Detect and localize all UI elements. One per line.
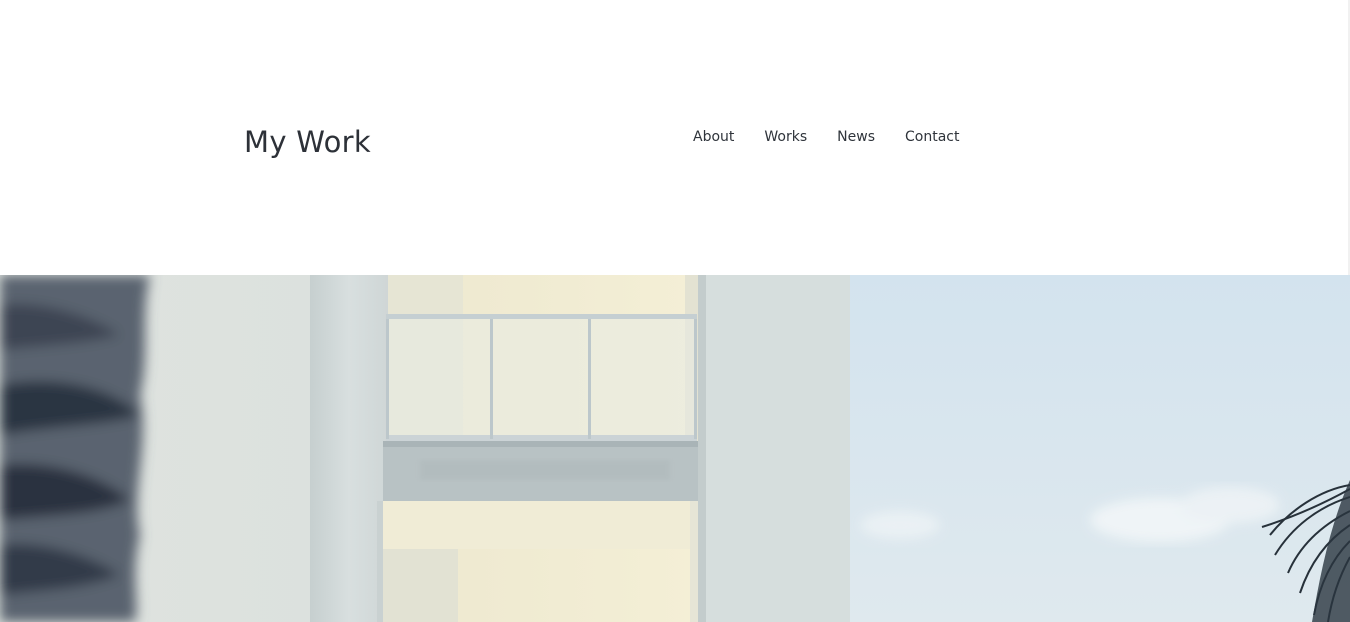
- hero-building-illustration: [0, 275, 1350, 622]
- site-title[interactable]: My Work: [244, 124, 371, 160]
- main-nav: About Works News Contact: [693, 127, 959, 147]
- nav-item-about[interactable]: About: [693, 127, 734, 147]
- nav-item-news[interactable]: News: [837, 127, 875, 147]
- hero-image: [0, 275, 1350, 622]
- site-header: My Work About Works News Contact: [0, 0, 1350, 275]
- nav-item-contact[interactable]: Contact: [905, 127, 959, 147]
- nav-item-works[interactable]: Works: [764, 127, 807, 147]
